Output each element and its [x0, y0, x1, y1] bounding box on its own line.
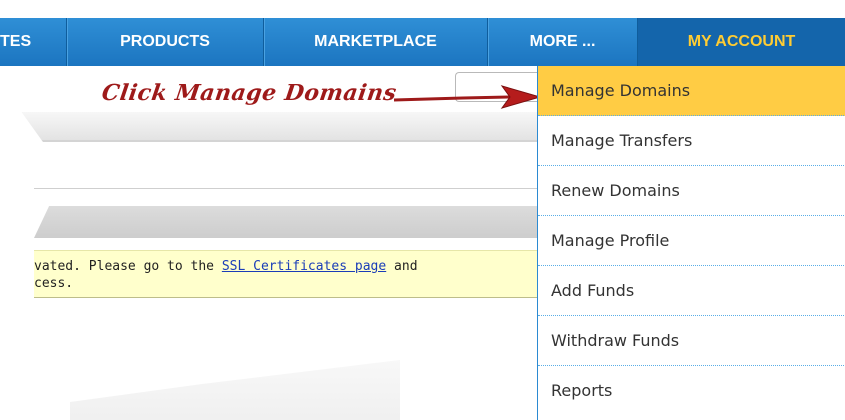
ssl-certificates-link[interactable]: SSL Certificates page: [222, 259, 386, 274]
top-navigation: TES PRODUCTS MARKETPLACE MORE ... MY ACC…: [0, 18, 845, 66]
menu-item-label: Renew Domains: [551, 181, 680, 200]
annotation-text: Click Manage Domains: [100, 80, 399, 106]
nav-item-sites[interactable]: TES: [0, 18, 66, 66]
nav-item-marketplace[interactable]: MARKETPLACE: [264, 18, 487, 66]
page-banner-ribbon: [21, 112, 537, 142]
menu-item-manage-profile[interactable]: Manage Profile: [538, 216, 845, 266]
notice-text-end: and: [386, 259, 418, 274]
menu-item-manage-domains[interactable]: Manage Domains: [538, 66, 845, 116]
section-header-band: [34, 206, 537, 238]
nav-item-products[interactable]: PRODUCTS: [67, 18, 263, 66]
menu-item-manage-transfers[interactable]: Manage Transfers: [538, 116, 845, 166]
notice-text: vated. Please go to the: [34, 259, 222, 274]
menu-item-label: Reports: [551, 381, 613, 400]
menu-item-label: Withdraw Funds: [551, 331, 680, 350]
menu-item-label: Manage Profile: [551, 231, 670, 250]
menu-item-label: Add Funds: [551, 281, 635, 300]
annotation-arrow-icon: [393, 85, 542, 109]
menu-item-renew-domains[interactable]: Renew Domains: [538, 166, 845, 216]
nav-item-my-account[interactable]: MY ACCOUNT: [638, 18, 845, 66]
background-graphic: [70, 360, 400, 420]
notice-line-1: vated. Please go to the SSL Certificates…: [34, 259, 418, 274]
menu-item-withdraw-funds[interactable]: Withdraw Funds: [538, 316, 845, 366]
divider: [34, 188, 537, 189]
menu-item-label: Manage Transfers: [551, 131, 693, 150]
my-account-dropdown: Manage Domains Manage Transfers Renew Do…: [537, 66, 845, 420]
menu-item-reports[interactable]: Reports: [538, 366, 845, 415]
ssl-notice: vated. Please go to the SSL Certificates…: [34, 250, 537, 298]
nav-item-more[interactable]: MORE ...: [488, 18, 637, 66]
menu-item-label: Manage Domains: [551, 81, 691, 100]
menu-item-add-funds[interactable]: Add Funds: [538, 266, 845, 316]
notice-line-2: cess.: [34, 276, 74, 291]
